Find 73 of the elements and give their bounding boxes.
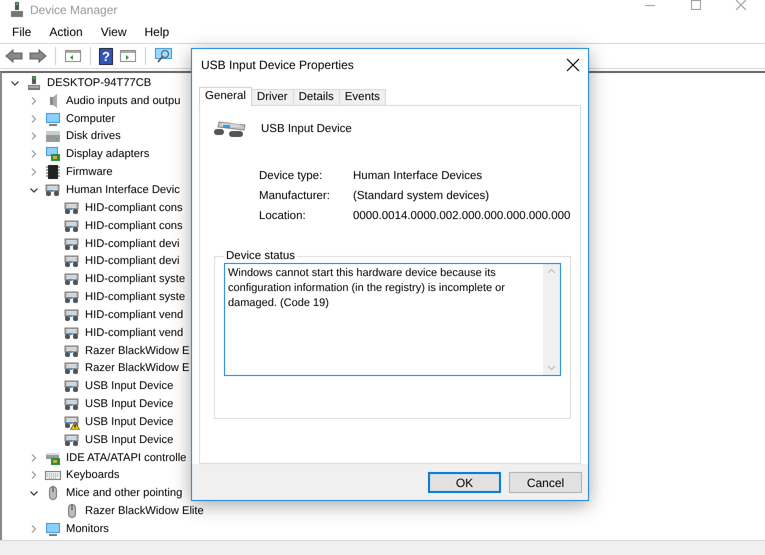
scan-monitor-icon[interactable] [154, 47, 174, 65]
tree-item[interactable]: HID-compliant vend [84, 326, 184, 339]
tree-item[interactable]: HID-compliant syste [84, 291, 186, 304]
close-icon[interactable] [566, 58, 580, 72]
tree-item[interactable]: HID-compliant cons [84, 220, 184, 232]
collapse-chevron-icon[interactable] [29, 488, 39, 498]
property-value: Human Interface Devices [353, 170, 484, 182]
monitor-icon [45, 521, 61, 538]
group-label: Device status [225, 250, 296, 262]
tree-item[interactable]: USB Input Device [84, 434, 174, 446]
device-name: USB Input Device [261, 123, 352, 135]
tab[interactable]: General [199, 87, 252, 106]
update-window-icon[interactable] [119, 48, 137, 64]
tree-item[interactable]: Keyboards [65, 469, 120, 482]
cancel-button[interactable]: Cancel [509, 472, 582, 493]
tree-item[interactable]: USB Input Device [84, 380, 174, 392]
computer-icon [10, 2, 24, 18]
expand-chevron-icon[interactable] [29, 149, 39, 160]
ok-button[interactable]: OK [428, 472, 501, 493]
tree-item[interactable]: Computer [65, 112, 116, 125]
tree-item[interactable]: Monitors [65, 523, 110, 536]
tree-item[interactable]: Audio inputs and outpu [65, 94, 182, 107]
tab[interactable]: Driver [250, 89, 294, 105]
computer-icon [26, 74, 42, 91]
expand-chevron-icon[interactable] [29, 96, 39, 106]
tree-item[interactable]: Disk drives [65, 130, 122, 142]
help-button[interactable]: ? [99, 48, 113, 64]
window-title: Device Manager [30, 3, 118, 17]
property-value: (Standard system devices) [353, 190, 490, 202]
tree-item[interactable]: HID-compliant devi [84, 238, 181, 250]
tree-item[interactable]: Razer BlackWidow E [84, 362, 190, 374]
scroll-down-icon[interactable] [547, 365, 556, 371]
status-text-field[interactable]: Windows cannot start this hardware device because its configuration information (in the registry) is incomplete or damaged. (Code 19) [224, 263, 561, 376]
menu-item[interactable]: Help [138, 24, 176, 38]
property-label: Manufacturer: [259, 190, 331, 202]
tree-item[interactable]: USB Input Device [84, 398, 174, 410]
display-adapter-icon [45, 146, 61, 162]
properties-window-icon[interactable] [64, 48, 82, 64]
tree-item[interactable]: Display adapters [65, 148, 150, 160]
menu-item[interactable]: View [94, 24, 132, 38]
property-label: Device type: [259, 170, 324, 182]
forward-arrow-icon[interactable] [29, 48, 47, 64]
tree-item[interactable]: Human Interface Devic [65, 184, 181, 196]
expand-chevron-icon[interactable] [29, 470, 39, 480]
monitor-icon [45, 110, 61, 127]
back-arrow-icon[interactable] [5, 48, 23, 64]
scroll-up-icon[interactable] [547, 268, 556, 274]
tree-item[interactable]: Razer BlackWidow E [84, 344, 190, 357]
tree-item[interactable]: USB Input Device [84, 416, 174, 428]
chip-icon [45, 164, 61, 180]
tree-item[interactable]: HID-compliant cons [84, 202, 184, 214]
tab[interactable]: Events [338, 89, 386, 105]
tree-item[interactable]: HID-compliant devi [84, 255, 181, 268]
expand-chevron-icon[interactable] [29, 524, 39, 534]
property-value: 0000.0014.0000.002.000.000.000.000.000 [353, 210, 570, 222]
tree-item[interactable]: Razer BlackWidow Elite [84, 505, 205, 518]
expand-chevron-icon[interactable] [29, 452, 39, 463]
input-device-icon [45, 182, 61, 198]
tree-item[interactable]: HID-compliant syste [84, 273, 186, 286]
tree-item[interactable]: Firmware [65, 166, 114, 178]
expand-chevron-icon[interactable] [29, 131, 39, 142]
tree-item[interactable]: DESKTOP-94T77CB [46, 76, 152, 89]
menu-item[interactable]: File [6, 24, 38, 38]
dialog-title: USB Input Device Properties [201, 58, 354, 72]
disk-drive-icon [45, 128, 61, 144]
tree-item[interactable]: IDE ATA/ATAPI controlle [65, 452, 188, 464]
property-label: Location: [259, 210, 307, 222]
tree-item[interactable]: Mice and other pointing [65, 487, 184, 500]
tab[interactable]: Details [292, 89, 340, 105]
expand-chevron-icon[interactable] [29, 114, 39, 124]
tree-item[interactable]: HID-compliant vend [84, 308, 184, 321]
expand-chevron-icon[interactable] [29, 167, 39, 178]
menu-item[interactable]: Action [43, 24, 89, 38]
